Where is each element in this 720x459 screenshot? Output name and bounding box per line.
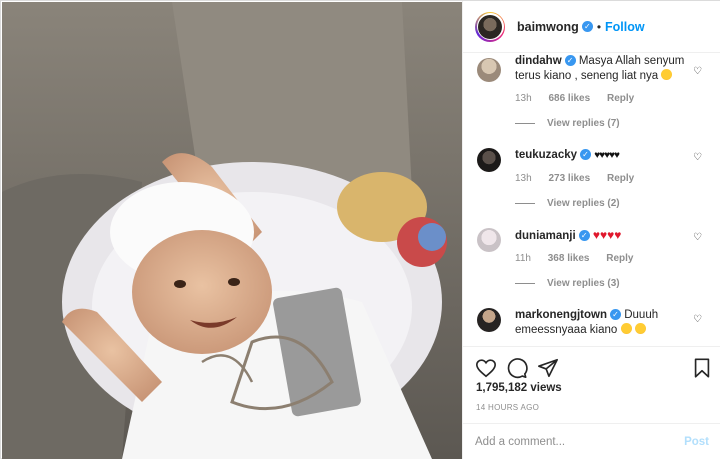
post-actions	[463, 346, 720, 386]
author-avatar[interactable]	[475, 11, 505, 42]
comment-username[interactable]: teukuzacky	[515, 149, 577, 161]
comment-time: 11h	[515, 253, 531, 264]
comment-likes[interactable]: 273 likes	[548, 173, 590, 184]
verified-badge-icon: ✓	[578, 230, 590, 241]
view-replies-button[interactable]: View replies (2)	[515, 198, 620, 209]
comment-likes[interactable]: 368 likes	[548, 253, 590, 264]
comments-list[interactable]: dindahw ✓ Masya Allah senyum terus kiano …	[463, 54, 720, 345]
comment-username[interactable]: dindahw	[515, 55, 562, 67]
comment-meta: 11h 368 likes Reply	[515, 253, 647, 264]
reply-button[interactable]: Reply	[607, 173, 634, 184]
comment-composer: Post	[463, 423, 720, 459]
commenter-avatar[interactable]	[477, 228, 501, 252]
replies-divider	[515, 283, 535, 284]
verified-badge-icon: ✓	[581, 21, 593, 32]
add-comment-input[interactable]	[475, 433, 665, 451]
reply-button[interactable]: Reply	[607, 93, 634, 104]
view-replies-label: View replies (3)	[547, 278, 620, 289]
comment-meta: 13h 273 likes Reply	[515, 173, 648, 184]
view-replies-label: View replies (2)	[547, 198, 620, 209]
view-count[interactable]: 1,795,182 views	[476, 382, 562, 394]
replies-divider	[515, 203, 535, 204]
commenter-avatar[interactable]	[477, 58, 501, 82]
baby-photo	[2, 2, 462, 459]
comment-body: markonengjtown ✓ Duuuh emeessnyaaa kiano	[515, 308, 695, 338]
comment-text: ♥♥♥♥♥	[594, 150, 620, 161]
paper-plane-icon[interactable]	[537, 357, 559, 379]
verified-badge-icon: ✓	[580, 149, 592, 160]
reply-button[interactable]: Reply	[606, 253, 633, 264]
comment-body: teukuzacky ✓ ♥♥♥♥♥	[515, 148, 695, 163]
comment-bubble-icon[interactable]	[506, 357, 528, 379]
comment-body: dindahw ✓ Masya Allah senyum terus kiano …	[515, 54, 695, 84]
post-timestamp[interactable]: 14 HOURS AGO	[476, 403, 539, 412]
follow-button[interactable]: Follow	[605, 20, 645, 34]
instagram-post-window: baimwong ✓ • Follow dindahw ✓ Masya Allah…	[0, 0, 720, 459]
comment-like-heart-icon[interactable]: ♡	[693, 233, 703, 243]
comment-like-heart-icon[interactable]: ♡	[693, 153, 703, 163]
view-replies-button[interactable]: View replies (7)	[515, 118, 620, 129]
comment-likes[interactable]: 686 likes	[548, 93, 590, 104]
bookmark-icon[interactable]	[691, 357, 713, 379]
commenter-avatar[interactable]	[477, 148, 501, 172]
comment-time: 13h	[515, 93, 532, 104]
grinning-face-icon	[634, 323, 646, 334]
view-replies-label: View replies (7)	[547, 118, 620, 129]
post-header: baimwong ✓ • Follow	[463, 1, 720, 53]
post-media[interactable]	[2, 2, 462, 459]
heart-icon[interactable]	[475, 357, 497, 379]
verified-badge-icon: ✓	[610, 309, 622, 320]
comment-meta: 13h 686 likes Reply	[515, 93, 648, 104]
commenter-avatar[interactable]	[477, 308, 501, 332]
comment-like-heart-icon[interactable]: ♡	[693, 315, 703, 325]
replies-divider	[515, 123, 535, 124]
verified-badge-icon: ✓	[564, 55, 576, 66]
comment-like-heart-icon[interactable]: ♡	[693, 67, 703, 77]
comment-text: ♥♥♥♥	[592, 228, 622, 242]
grinning-face-icon	[661, 69, 673, 80]
comment-time: 13h	[515, 173, 532, 184]
post-side-panel: baimwong ✓ • Follow dindahw ✓ Masya Allah…	[462, 1, 720, 459]
grinning-face-icon	[620, 323, 632, 334]
comment-username[interactable]: markonengjtown	[515, 309, 607, 321]
view-replies-button[interactable]: View replies (3)	[515, 278, 620, 289]
header-separator: •	[596, 19, 602, 34]
author-username[interactable]: baimwong	[517, 20, 579, 34]
comment-body: duniamanji ✓ ♥♥♥♥	[515, 228, 695, 244]
comment-username[interactable]: duniamanji	[515, 230, 576, 242]
post-comment-button[interactable]: Post	[684, 436, 709, 448]
